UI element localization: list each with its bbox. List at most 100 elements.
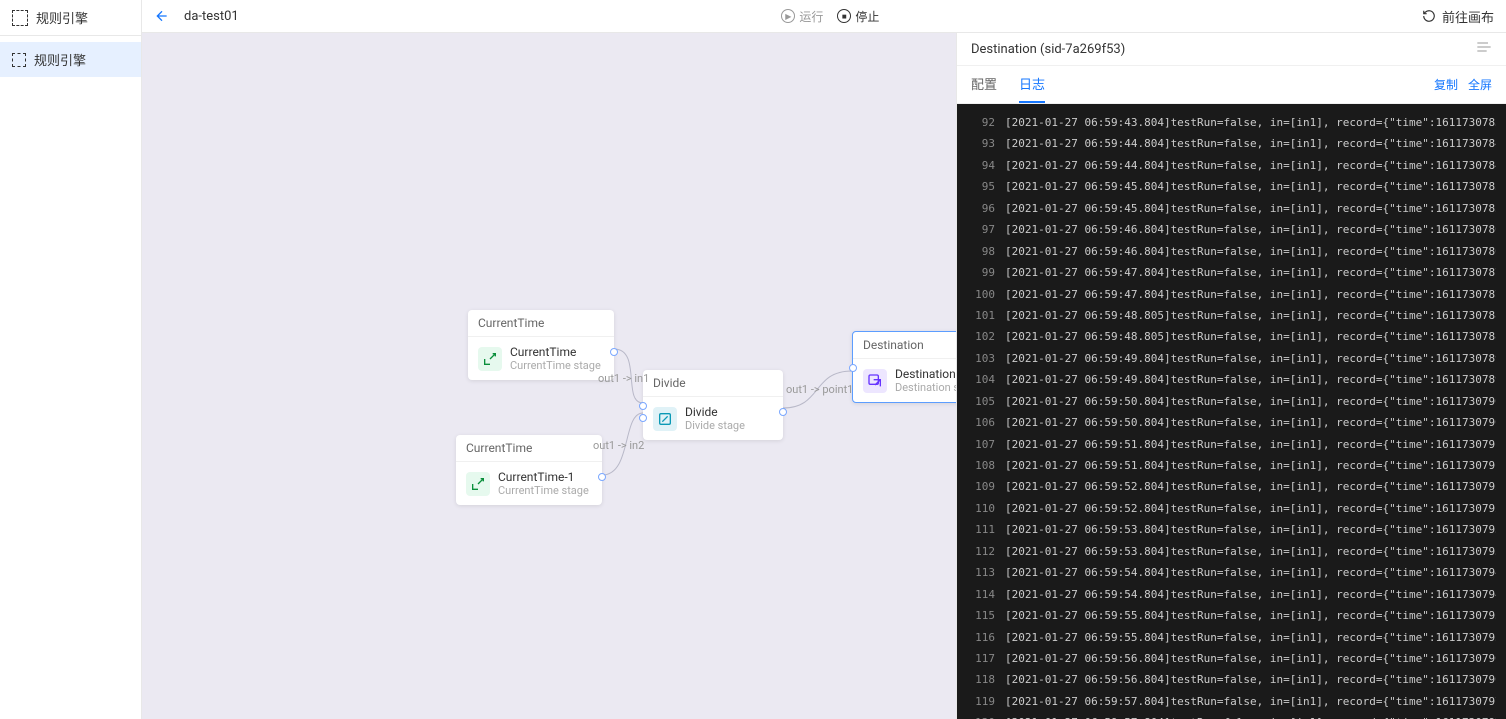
- log-line-number: 100: [967, 284, 995, 305]
- log-line-number: 115: [967, 605, 995, 626]
- log-line-number: 111: [967, 519, 995, 540]
- log-line: 101[2021-01-27 06:59:48.805]testRun=fals…: [957, 305, 1506, 326]
- node-title: CurrentTime-1: [498, 470, 589, 484]
- log-line-number: 102: [967, 326, 995, 347]
- node-text: CurrentTime-1CurrentTime stage: [498, 470, 589, 497]
- log-line-text: [2021-01-27 06:59:55.804]testRun=false, …: [1005, 627, 1496, 648]
- log-line: 92 [2021-01-27 06:59:43.804]testRun=false…: [957, 112, 1506, 133]
- log-line: 105[2021-01-27 06:59:50.804]testRun=fals…: [957, 391, 1506, 412]
- log-line: 119[2021-01-27 06:59:57.804]testRun=fals…: [957, 691, 1506, 712]
- copy-button[interactable]: 复制: [1434, 68, 1458, 101]
- log-line: 95[2021-01-27 06:59:45.804]testRun=false…: [957, 176, 1506, 197]
- log-line-number: 117: [967, 648, 995, 669]
- log-line-number: 94: [967, 155, 995, 176]
- node-header: CurrentTime: [468, 310, 614, 337]
- node-text: CurrentTimeCurrentTime stage: [510, 345, 601, 372]
- run-button[interactable]: ▶ 运行: [781, 8, 823, 25]
- goto-canvas-button[interactable]: 前往画布: [1422, 7, 1494, 26]
- node-n2[interactable]: DivideDivideDivide stage: [643, 370, 783, 440]
- log-line: 120 [2021-01-27 06:59:57.804]testRun=fals…: [957, 712, 1506, 719]
- log-line-text: [2021-01-27 06:59:49.804]testRun=false, …: [1005, 369, 1496, 390]
- log-line-text: [2021-01-27 06:59:43.804]testRun=false, …: [1005, 112, 1496, 133]
- run-label: 运行: [799, 8, 823, 25]
- sidebar-item-label: 规则引擎: [34, 50, 86, 69]
- log-line-text: [2021-01-27 06:59:49.804]testRun=false, …: [1005, 348, 1496, 369]
- log-line-text: [2021-01-27 06:59:52.804]testRun=false, …: [1005, 498, 1496, 519]
- log-line: 94 [2021-01-27 06:59:44.804]testRun=false…: [957, 155, 1506, 176]
- log-line-number: 108: [967, 455, 995, 476]
- log-line-text: [2021-01-27 06:59:46.804]testRun=false, …: [1005, 241, 1496, 262]
- tab-logs[interactable]: 日志: [1019, 66, 1045, 103]
- node-type-icon: [863, 369, 887, 393]
- inspector-settings-button[interactable]: [1476, 41, 1492, 57]
- log-line: 102 [2021-01-27 06:59:48.805]testRun=fals…: [957, 326, 1506, 347]
- log-line-number: 97: [967, 219, 995, 240]
- settings-icon: [1476, 41, 1492, 53]
- log-line-text: [2021-01-27 06:59:47.804]testRun=false, …: [1005, 284, 1496, 305]
- node-header: CurrentTime: [456, 435, 602, 462]
- log-line-number: 105: [967, 391, 995, 412]
- node-n3[interactable]: CurrentTime CurrentTime-1CurrentTime stag…: [456, 435, 602, 505]
- port-in[interactable]: [639, 402, 647, 410]
- sidebar-header: 规则引擎: [0, 0, 141, 36]
- log-line-text: [2021-01-27 06:59:44.804]testRun=false, …: [1005, 155, 1496, 176]
- sidebar-header-title: 规则引擎: [36, 8, 88, 27]
- node-text: DestinationDestination stage: [895, 367, 956, 394]
- log-line-number: 113: [967, 562, 995, 583]
- sidebar: 规则引擎 规则引擎: [0, 0, 142, 719]
- port-in2[interactable]: [639, 414, 647, 422]
- log-line-text: [2021-01-27 06:59:56.804]testRun=false, …: [1005, 648, 1496, 669]
- back-button[interactable]: [154, 8, 170, 24]
- log-line-text: [2021-01-27 06:59:52.804]testRun=false, …: [1005, 476, 1496, 497]
- node-type-icon: [466, 472, 490, 496]
- log-line-text: [2021-01-27 06:59:56.804]testRun=false, …: [1005, 669, 1496, 690]
- node-type-icon: [653, 407, 677, 431]
- node-n4[interactable]: DestinationDestinationDestination stage: [852, 331, 956, 403]
- log-line-number: 114: [967, 584, 995, 605]
- inspector-title: Destination (sid-7a269f53): [971, 42, 1125, 57]
- log-line-number: 110: [967, 498, 995, 519]
- log-line-number: 118: [967, 669, 995, 690]
- log-line-number: 120: [967, 712, 995, 719]
- node-body: DestinationDestination stage: [853, 359, 956, 402]
- tab-config[interactable]: 配置: [971, 66, 997, 103]
- log-line-number: 109: [967, 476, 995, 497]
- log-area[interactable]: 92 [2021-01-27 06:59:43.804]testRun=false…: [957, 104, 1506, 719]
- log-line: 97[2021-01-27 06:59:46.804]testRun=false…: [957, 219, 1506, 240]
- arrow-left-icon: [154, 8, 170, 24]
- node-title: CurrentTime: [510, 345, 601, 359]
- log-line: 100 [2021-01-27 06:59:47.804]testRun=fals…: [957, 284, 1506, 305]
- main: da-test01 ▶ 运行 ■ 停止 前往画布 CurrentTi: [142, 0, 1506, 719]
- port-out[interactable]: [598, 473, 606, 481]
- inspector-header: Destination (sid-7a269f53): [957, 33, 1506, 66]
- edge-label: out1 -> point1: [786, 383, 853, 396]
- log-line: 98[2021-01-27 06:59:46.804]testRun=false…: [957, 241, 1506, 262]
- log-line-text: [2021-01-27 06:59:55.804]testRun=false, …: [1005, 605, 1496, 626]
- fullscreen-button[interactable]: 全屏: [1468, 68, 1492, 101]
- log-line-text: [2021-01-27 06:59:45.804]testRun=false, …: [1005, 198, 1496, 219]
- log-line-text: [2021-01-27 06:59:54.804]testRun=false, …: [1005, 562, 1496, 583]
- port-in[interactable]: [849, 364, 857, 372]
- sidebar-list: 规则引擎: [0, 36, 141, 77]
- port-out[interactable]: [610, 348, 618, 356]
- log-line-text: [2021-01-27 06:59:48.805]testRun=false, …: [1005, 326, 1496, 347]
- node-subtitle: CurrentTime stage: [510, 359, 601, 372]
- node-title: Divide: [685, 405, 745, 419]
- log-line: 113 [2021-01-27 06:59:54.804]testRun=fals…: [957, 562, 1506, 583]
- canvas[interactable]: CurrentTimeCurrentTimeCurrentTime stageD…: [142, 33, 956, 719]
- node-body: CurrentTimeCurrentTime stage: [468, 337, 614, 380]
- port-out[interactable]: [779, 408, 787, 416]
- node-text: DivideDivide stage: [685, 405, 745, 432]
- node-n1[interactable]: CurrentTimeCurrentTimeCurrentTime stage: [468, 310, 614, 380]
- log-line-text: [2021-01-27 06:59:51.804]testRun=false, …: [1005, 434, 1496, 455]
- stop-button[interactable]: ■ 停止: [837, 8, 879, 25]
- log-line-number: 119: [967, 691, 995, 712]
- log-line-number: 92: [967, 112, 995, 133]
- play-icon: ▶: [781, 9, 795, 23]
- log-line-number: 116: [967, 627, 995, 648]
- undo-icon: [1422, 9, 1436, 23]
- log-line-text: [2021-01-27 06:59:57.804]testRun=false, …: [1005, 712, 1496, 719]
- sidebar-item-rules-engine[interactable]: 规则引擎: [0, 42, 141, 77]
- log-line: 106[2021-01-27 06:59:50.804]testRun=fals…: [957, 412, 1506, 433]
- log-line: 107[2021-01-27 06:59:51.804]testRun=fals…: [957, 434, 1506, 455]
